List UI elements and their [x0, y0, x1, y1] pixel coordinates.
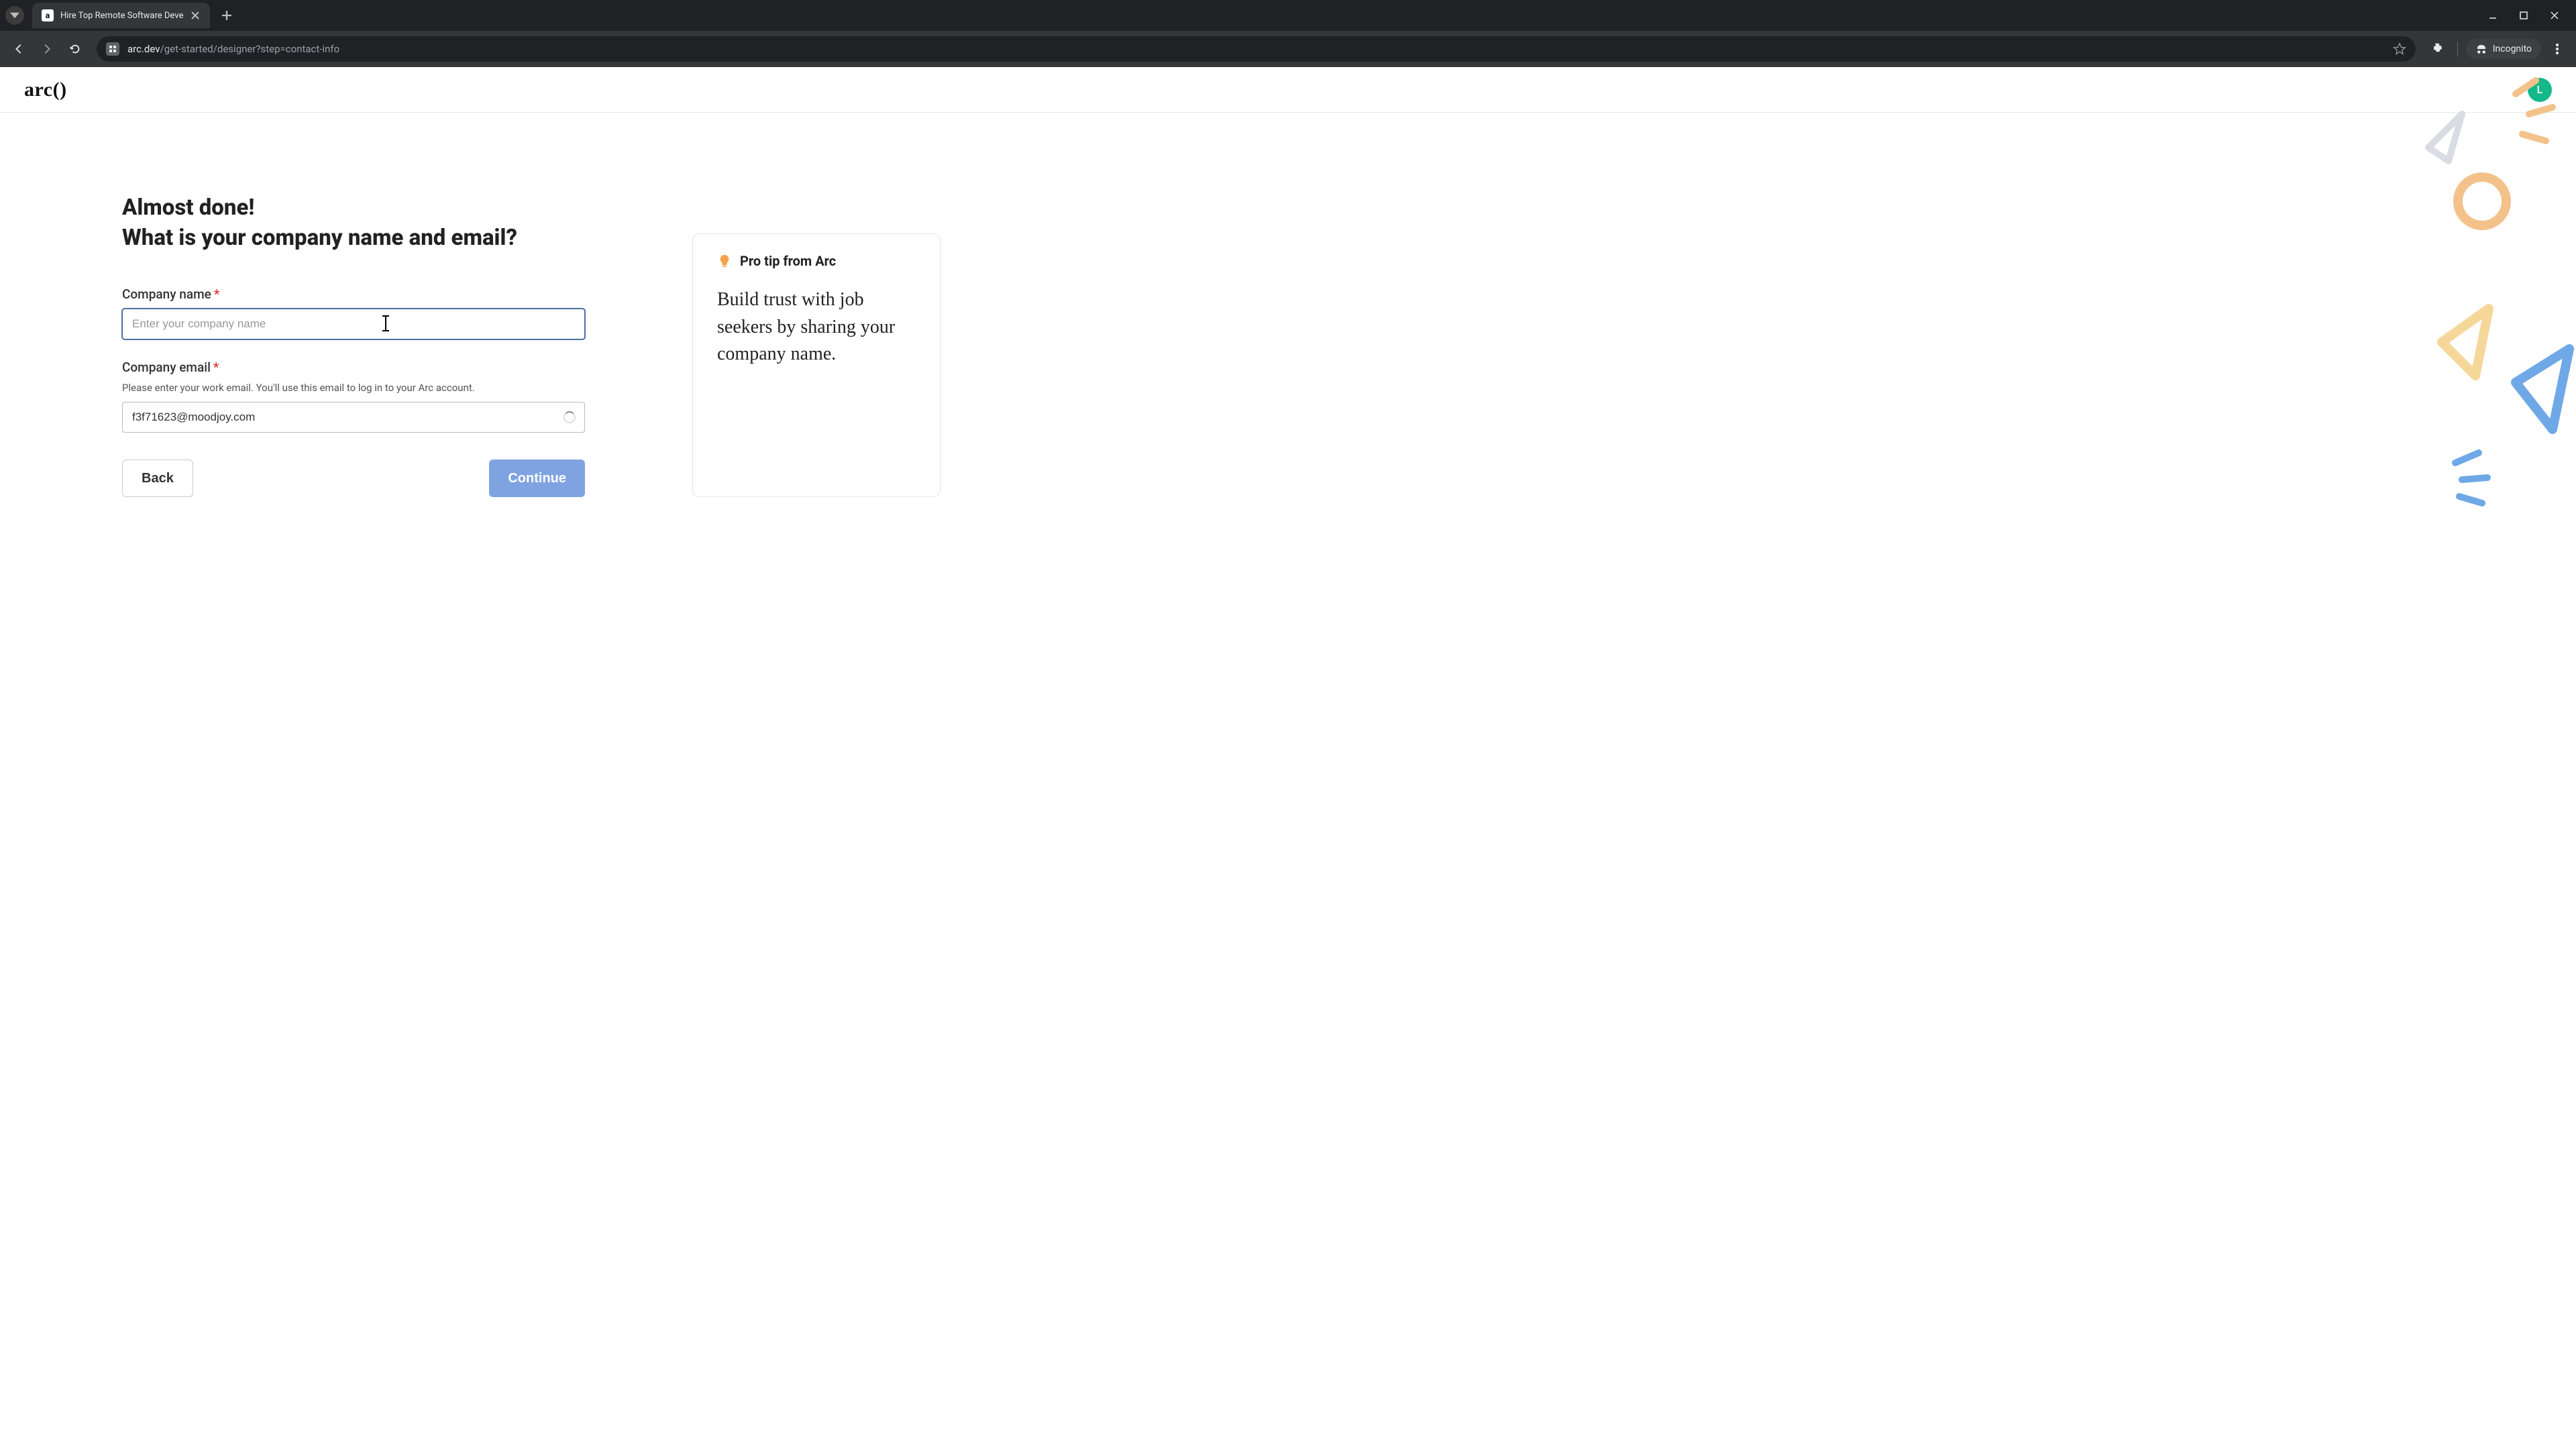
site-info-icon[interactable]: [106, 42, 119, 56]
text-cursor-icon: [385, 315, 386, 331]
address-bar[interactable]: arc.dev/get-started/designer?step=contac…: [97, 36, 2416, 62]
window-maximize-button[interactable]: [2514, 6, 2533, 25]
pro-tip-text: Build trust with job seekers by sharing …: [717, 286, 916, 368]
loading-spinner-icon: [564, 411, 576, 423]
browser-toolbar: arc.dev/get-started/designer?step=contac…: [0, 31, 2576, 67]
window-minimize-button[interactable]: [2483, 6, 2502, 25]
tab-favicon: a: [42, 9, 54, 21]
continue-button[interactable]: Continue: [489, 460, 585, 497]
pro-tip-card: Pro tip from Arc Build trust with job se…: [692, 233, 941, 497]
tab-strip: a Hire Top Remote Software Deve: [0, 0, 2576, 31]
tab-close-button[interactable]: [190, 10, 201, 21]
pro-tip-header: Pro tip from Arc: [717, 253, 916, 269]
browser-chrome: a Hire Top Remote Software Deve: [0, 0, 2576, 67]
tab-search-dropdown[interactable]: [5, 6, 24, 25]
back-button[interactable]: Back: [122, 460, 193, 497]
contact-form: Almost done! What is your company name a…: [122, 193, 585, 497]
nav-back-button[interactable]: [7, 37, 31, 61]
new-tab-button[interactable]: [217, 5, 237, 25]
tab-title: Hire Top Remote Software Deve: [60, 11, 183, 21]
company-name-field: Company name*: [122, 286, 585, 339]
nav-forward-button[interactable]: [35, 37, 59, 61]
nav-reload-button[interactable]: [63, 37, 87, 61]
company-name-label: Company name*: [122, 286, 585, 302]
arc-logo[interactable]: arc(): [24, 78, 67, 101]
window-controls: [2483, 6, 2571, 25]
browser-menu-button[interactable]: [2545, 37, 2569, 61]
incognito-label: Incognito: [2493, 44, 2532, 54]
extensions-button[interactable]: [2425, 37, 2449, 61]
company-email-help: Please enter your work email. You'll use…: [122, 382, 585, 394]
url-text: arc.dev/get-started/designer?step=contac…: [127, 43, 2385, 55]
browser-tab[interactable]: a Hire Top Remote Software Deve: [32, 3, 210, 28]
page-heading: Almost done! What is your company name a…: [122, 193, 585, 253]
company-email-field: Company email* Please enter your work em…: [122, 360, 585, 433]
page-viewport: arc() L Almost done! What is your compan…: [0, 67, 2576, 1449]
company-email-label: Company email*: [122, 360, 585, 375]
user-avatar[interactable]: L: [2528, 78, 2552, 102]
page-body: Almost done! What is your company name a…: [0, 113, 2576, 497]
window-close-button[interactable]: [2545, 6, 2564, 25]
incognito-indicator[interactable]: Incognito: [2466, 39, 2541, 59]
company-name-input[interactable]: [122, 309, 585, 339]
app-header: arc() L: [0, 67, 2576, 113]
bookmark-star-icon[interactable]: [2393, 42, 2406, 56]
toolbar-separator: [2457, 42, 2458, 56]
company-email-input[interactable]: [122, 402, 585, 433]
lightbulb-icon: [717, 254, 732, 268]
form-actions: Back Continue: [122, 460, 585, 497]
